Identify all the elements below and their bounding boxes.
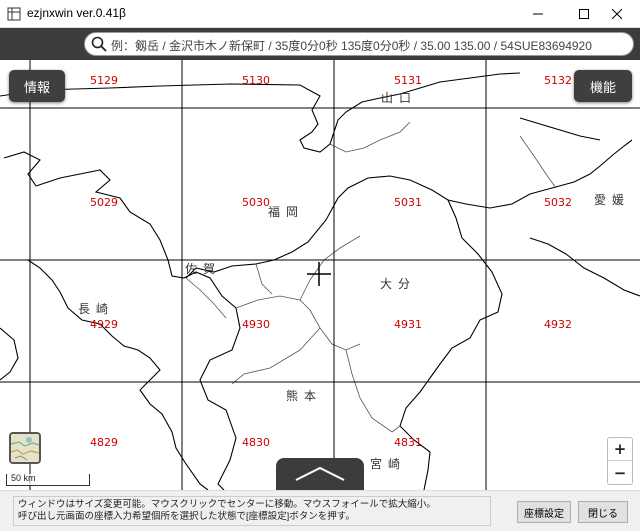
place-label: 佐賀 (185, 262, 221, 276)
zoom-control: + − (607, 437, 633, 485)
place-label: 福岡 (268, 204, 304, 219)
mesh-label: 5031 (394, 196, 422, 209)
coordinate-set-button[interactable]: 座標設定 (517, 501, 571, 523)
mesh-labels: 5129 5130 5131 5132 5029 5030 5031 5032 … (90, 74, 572, 449)
title-bar: ezjnxwin ver.0.41β (0, 0, 640, 28)
chevron-up-icon (295, 466, 345, 481)
close-icon (612, 9, 622, 19)
top-toolbar: 例：剱岳 / 金沢市木ノ新保町 / 35度0分0秒 135度0分0秒 / 35.… (0, 28, 640, 60)
mesh-label: 5130 (242, 74, 270, 87)
minimize-icon (533, 13, 543, 15)
bottom-panel: ウィンドウはサイズ変更可能。マウスクリックでセンターに移動。マウスフォイールで拡… (0, 490, 640, 531)
search-icon (91, 36, 107, 52)
place-label: 長崎 (78, 302, 114, 316)
mesh-label: 4829 (90, 436, 118, 449)
place-label: 大分 (380, 277, 416, 291)
zoom-in-button[interactable]: + (608, 438, 632, 461)
close-button[interactable]: 閉じる (578, 501, 628, 523)
help-text: ウィンドウはサイズ変更可能。マウスクリックでセンターに移動。マウスフォイールで拡… (13, 496, 491, 526)
mesh-label: 4929 (90, 318, 118, 331)
maximize-icon (579, 9, 589, 19)
mesh-grid (0, 60, 640, 490)
mesh-label: 5030 (242, 196, 270, 209)
prefecture-borders (185, 121, 557, 433)
place-label: 山口 (381, 91, 417, 105)
place-label: 宮崎 (370, 456, 406, 471)
mesh-label: 5032 (544, 196, 572, 209)
help-line-1: ウィンドウはサイズ変更可能。マウスクリックでセンターに移動。マウスフォイールで拡… (18, 499, 436, 510)
zoom-out-button[interactable]: − (608, 461, 632, 484)
mesh-label: 4930 (242, 318, 270, 331)
place-label: 熊本 (286, 388, 322, 403)
map-layer-icon (11, 434, 39, 462)
place-label: 愛媛 (594, 193, 630, 207)
mesh-label: 4831 (394, 436, 422, 449)
mesh-label: 5029 (90, 196, 118, 209)
close-window-button[interactable] (594, 0, 640, 28)
mesh-label: 5132 (544, 74, 572, 87)
scale-bar: 50 km (6, 473, 90, 486)
mesh-label: 5131 (394, 74, 422, 87)
mesh-label: 4932 (544, 318, 572, 331)
search-input[interactable]: 例：剱岳 / 金沢市木ノ新保町 / 35度0分0秒 135度0分0秒 / 35.… (84, 32, 634, 56)
function-button[interactable]: 機能 (574, 70, 632, 102)
search-placeholder: 例：剱岳 / 金沢市木ノ新保町 / 35度0分0秒 135度0分0秒 / 35.… (111, 39, 592, 53)
mesh-label: 4931 (394, 318, 422, 331)
mesh-label: 5129 (90, 74, 118, 87)
window-title: ezjnxwin ver.0.41β (27, 6, 126, 20)
scale-label: 50 km (11, 473, 36, 483)
place-labels: 山口 福岡 愛媛 佐賀 大分 長崎 熊本 宮崎 (78, 91, 630, 471)
map-canvas[interactable]: 5129 5130 5131 5132 5029 5030 5031 5032 … (0, 28, 640, 490)
center-crosshair (307, 262, 331, 286)
minimize-button[interactable] (515, 0, 561, 28)
map-view[interactable]: 5129 5130 5131 5132 5029 5030 5031 5032 … (0, 28, 640, 490)
app-icon (7, 7, 21, 21)
mesh-label: 4830 (242, 436, 270, 449)
layer-toggle-button[interactable] (9, 432, 41, 464)
info-button[interactable]: 情報 (9, 70, 65, 102)
coastline (0, 72, 640, 490)
help-line-2: 呼び出し元画面の座標入力希望個所を選択した状態で[座標設定]ボタンを押す。 (18, 511, 355, 522)
expand-panel-button[interactable] (276, 458, 364, 490)
